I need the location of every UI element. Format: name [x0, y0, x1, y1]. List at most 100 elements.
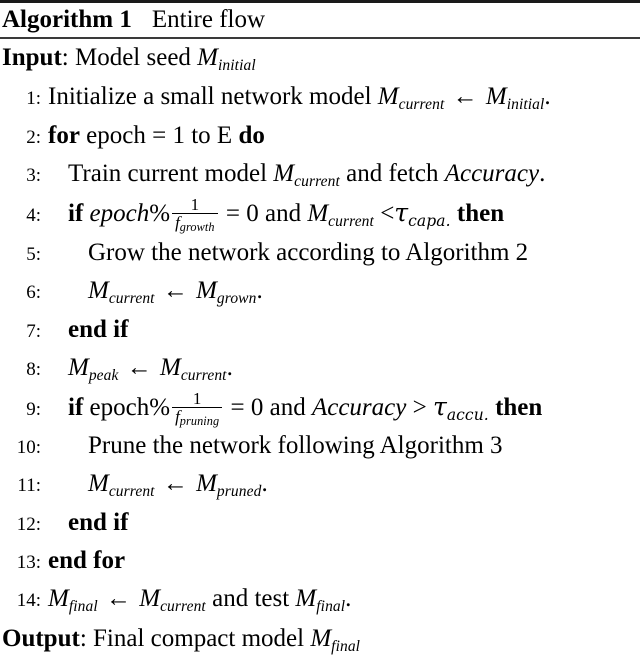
- accuracy-symbol: Accuracy: [444, 160, 540, 187]
- epoch-limit: E: [216, 122, 233, 149]
- step-5-text: Grow the network according to Algorithm …: [88, 239, 529, 266]
- step-row-7: 7: end if: [0, 312, 640, 350]
- step-body-7: end if: [48, 312, 128, 348]
- input-symbol: Minitial: [197, 44, 256, 74]
- assign-arrow-icon: ←: [126, 354, 152, 381]
- output-symbol: Mfinal: [310, 625, 361, 655]
- step-number-14: 14:: [16, 590, 41, 611]
- step-number-5: 5:: [26, 244, 41, 265]
- accuracy-symbol: Accuracy: [311, 394, 407, 421]
- fraction-numerator: 1: [190, 194, 200, 214]
- step-body-13: end for: [48, 543, 125, 579]
- m-current-symbol: Mcurrent: [377, 83, 445, 113]
- step-row-4: 4: if epoch% 1 fgrowth = 0 and Mcurrent <τ…: [0, 195, 640, 235]
- m-final-symbol: Mfinal: [48, 585, 98, 615]
- equals-operator: =: [230, 394, 245, 421]
- assign-arrow-icon: ←: [162, 277, 188, 304]
- step-body-12: end if: [48, 505, 128, 541]
- output-text: Final compact model: [93, 625, 305, 652]
- step-row-10: 10: Prune the network following Algorith…: [0, 428, 640, 466]
- keyword-end-if: end if: [68, 316, 129, 343]
- keyword-end-for: end for: [48, 547, 126, 574]
- keyword-if: if: [68, 394, 84, 421]
- step-body-4: if epoch% 1 fgrowth = 0 and Mcurrent <τcap…: [48, 195, 504, 235]
- and-conjunction: and: [264, 200, 302, 227]
- step-row-6: 6: Mcurrent ← Mgrown.: [0, 273, 640, 312]
- keyword-for: for: [48, 122, 80, 149]
- algorithm-title-line: Algorithm 1 Entire flow: [0, 3, 640, 37]
- step-1-period: .: [544, 83, 551, 110]
- step-14-text: and test: [212, 585, 290, 612]
- step-body-2: for epoch = 1 to E do: [48, 118, 265, 154]
- algorithm-block: Algorithm 1 Entire flow Input: Model see…: [0, 0, 640, 657]
- step-number-9: 9:: [26, 399, 41, 420]
- step-number-6: 6:: [26, 282, 41, 303]
- step-8-period: .: [226, 354, 233, 381]
- step-row-12: 12: end if: [0, 505, 640, 543]
- step-number-8: 8:: [26, 359, 41, 380]
- step-row-1: 1: Initialize a small network model Mcur…: [0, 79, 640, 118]
- m-current-symbol: Mcurrent: [307, 200, 374, 230]
- m-grown-symbol: Mgrown: [196, 277, 257, 307]
- greater-than-operator: >: [412, 394, 427, 421]
- step-1-text: Initialize a small network model: [48, 83, 372, 110]
- modulo-operator: %: [149, 394, 171, 421]
- step-row-14: 14: Mfinal ← Mcurrent and test Mfinal.: [0, 581, 640, 620]
- m-peak-symbol: Mpeak: [68, 354, 119, 384]
- step-body-5: Grow the network according to Algorithm …: [48, 235, 528, 271]
- keyword-then: then: [456, 200, 505, 227]
- assign-arrow-icon: ←: [162, 470, 188, 497]
- tau-capa-symbol: τcapa.: [394, 198, 451, 230]
- growth-frequency-fraction: 1 fgrowth: [172, 194, 218, 234]
- step-body-11: Mcurrent ← Mpruned.: [48, 466, 268, 505]
- step-number-7: 7:: [26, 321, 41, 342]
- m-current-symbol: Mcurrent: [139, 585, 206, 615]
- step-number-12: 12:: [16, 514, 41, 535]
- zero-literal: 0: [246, 200, 259, 227]
- modulo-operator: %: [149, 200, 171, 227]
- step-number-2: 2:: [26, 127, 41, 148]
- step-6-period: .: [256, 277, 263, 304]
- algorithm-steps: 1: Initialize a small network model Mcur…: [0, 76, 640, 620]
- step-number-1: 1:: [26, 88, 41, 109]
- step-row-2: 2: for epoch = 1 to E do: [0, 118, 640, 156]
- input-keyword: Input: [2, 44, 62, 71]
- m-current-symbol: Mcurrent: [273, 160, 340, 190]
- step-3-text: Train current model: [68, 160, 268, 187]
- step-row-11: 11: Mcurrent ← Mpruned.: [0, 466, 640, 505]
- step-body-8: Mpeak ← Mcurrent.: [48, 350, 233, 389]
- fraction-denominator: fgrowth: [172, 213, 218, 234]
- fraction-numerator: 1: [192, 388, 202, 408]
- step-number-10: 10:: [16, 437, 41, 458]
- input-text: Model seed: [74, 44, 191, 71]
- zero-literal: 0: [250, 394, 264, 421]
- step-number-11: 11:: [17, 475, 41, 496]
- keyword-do: do: [238, 122, 265, 149]
- step-body-6: Mcurrent ← Mgrown.: [48, 273, 263, 312]
- step-body-14: Mfinal ← Mcurrent and test Mfinal.: [48, 581, 351, 620]
- tau-accu-symbol: τaccu.: [432, 392, 489, 424]
- m-pruned-symbol: Mpruned: [196, 470, 262, 500]
- step-number-3: 3:: [26, 165, 41, 186]
- assign-arrow-icon: ←: [106, 585, 131, 612]
- algorithm-label: Algorithm 1: [2, 6, 132, 33]
- algorithm-title: Entire flow: [151, 6, 266, 33]
- output-line: Output: Final compact model Mfinal: [0, 620, 640, 657]
- step-row-3: 3: Train current model Mcurrent and fetc…: [0, 156, 640, 195]
- step-row-8: 8: Mpeak ← Mcurrent.: [0, 350, 640, 389]
- step-row-5: 5: Grow the network according to Algorit…: [0, 235, 640, 273]
- keyword-then: then: [495, 394, 543, 421]
- step-3-period: .: [539, 160, 546, 187]
- step-body-9: if epoch% 1 fpruning = 0 and Accuracy > τa…: [48, 389, 542, 428]
- assign-arrow-icon: ←: [452, 83, 478, 110]
- step-body-3: Train current model Mcurrent and fetch A…: [48, 156, 545, 195]
- m-current-symbol: Mcurrent: [88, 277, 155, 307]
- m-current-symbol: Mcurrent: [160, 354, 227, 384]
- input-line: Input: Model seed Minitial: [0, 39, 640, 76]
- input-separator: :: [61, 44, 69, 71]
- step-11-period: .: [261, 470, 268, 497]
- keyword-if: if: [68, 200, 84, 227]
- step-row-13: 13: end for: [0, 543, 640, 581]
- step-row-9: 9: if epoch% 1 fpruning = 0 and Accuracy >…: [0, 389, 640, 428]
- epoch-var-upright: epoch: [89, 394, 150, 421]
